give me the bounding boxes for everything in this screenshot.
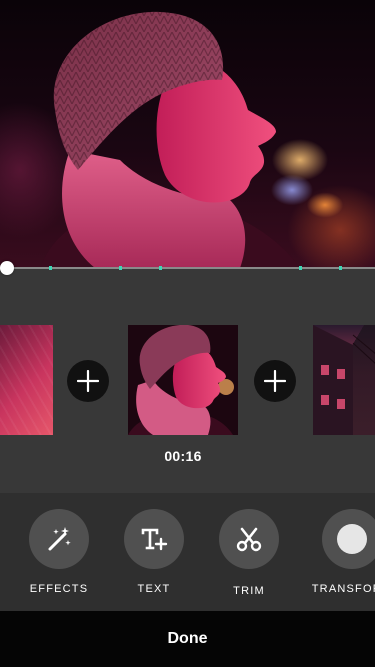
text-plus-icon: [141, 528, 168, 551]
trim-label: TRIM: [233, 585, 265, 597]
text-label: TEXT: [137, 583, 171, 595]
effects-button-circle: [29, 509, 89, 569]
clip-thumbnail-next[interactable]: [313, 325, 375, 435]
effects-label: EFFECTS: [29, 583, 89, 595]
clip-thumbnail-previous[interactable]: [0, 325, 53, 435]
plus-icon: [77, 370, 99, 392]
text-button-circle: [124, 509, 184, 569]
clip-thumbnail-current[interactable]: [128, 325, 238, 435]
clip-thumbnail-image: [313, 325, 375, 435]
done-button[interactable]: Done: [0, 611, 375, 667]
add-clip-button[interactable]: [254, 360, 296, 402]
clip-thumbnail-image: [128, 325, 238, 435]
editing-tools-bar: EFFECTS TEXT TRIM TRANSFO: [0, 493, 375, 611]
trim-button-circle: [219, 509, 279, 569]
effects-button[interactable]: EFFECTS: [14, 509, 104, 595]
magic-wand-icon: [48, 527, 71, 551]
clip-duration-label: 00:16: [164, 448, 202, 464]
transform-button-circle: [322, 509, 375, 569]
video-preview[interactable]: [0, 0, 375, 268]
transform-label: TRANSFORM: [311, 583, 375, 595]
clip-boundary-marker: [159, 266, 162, 270]
add-clip-button[interactable]: [67, 360, 109, 402]
preview-subject-image: [40, 11, 300, 268]
video-editor-screen: 00:16 EFFECTS TEXT TRIM TRANSFO Done: [0, 0, 375, 667]
clip-boundary-marker: [49, 266, 52, 270]
clips-strip[interactable]: 00:16: [0, 283, 375, 493]
clip-boundary-marker: [339, 266, 342, 270]
playhead-handle[interactable]: [0, 261, 14, 275]
clip-boundary-marker: [299, 266, 302, 270]
timeline-scrubber[interactable]: [0, 261, 375, 275]
done-label: Done: [167, 630, 208, 647]
circle-icon: [337, 524, 367, 554]
text-button[interactable]: TEXT: [109, 509, 199, 595]
clip-boundary-marker: [119, 266, 122, 270]
trim-button[interactable]: TRIM: [204, 509, 294, 597]
transform-button[interactable]: TRANSFORM: [307, 509, 375, 595]
scissors-icon: [236, 527, 262, 552]
scrubber-track: [0, 267, 375, 269]
plus-icon: [264, 370, 286, 392]
